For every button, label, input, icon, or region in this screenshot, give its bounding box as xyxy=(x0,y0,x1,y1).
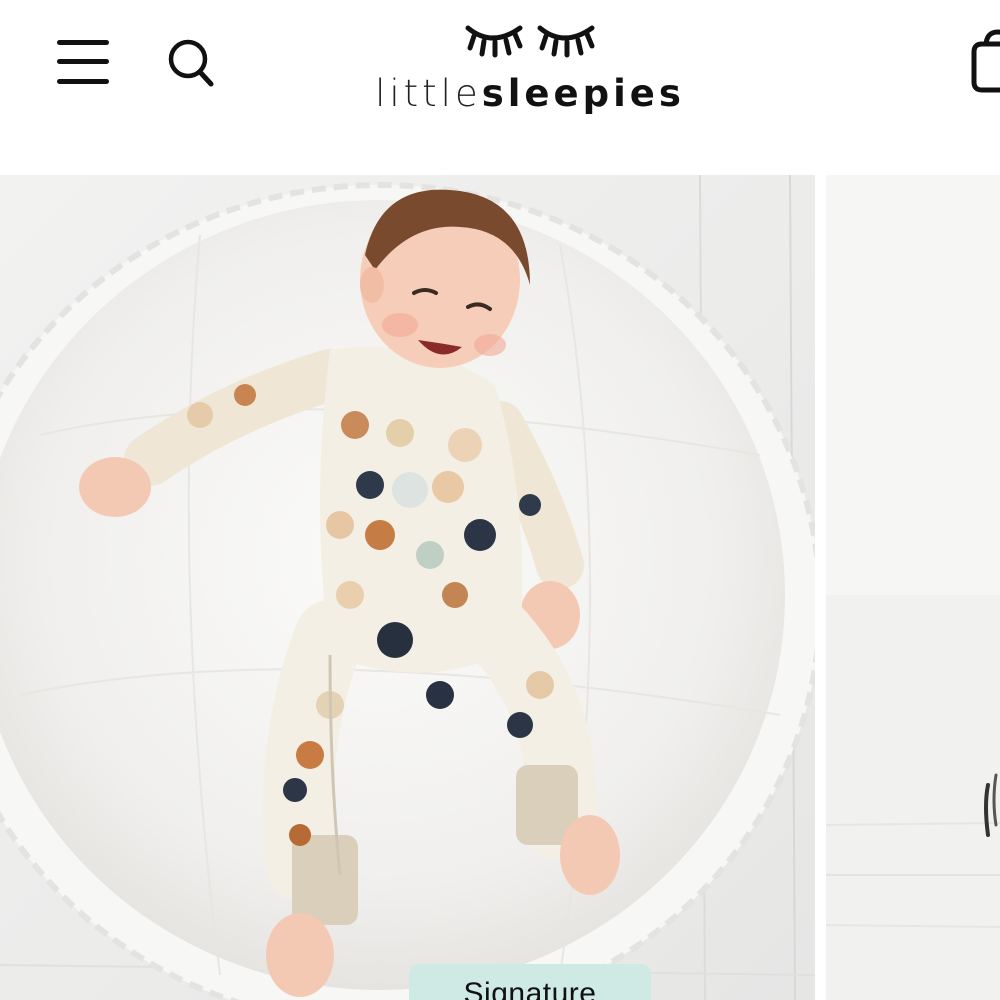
shopping-bag-icon xyxy=(971,29,1000,93)
product-badge: Signature xyxy=(409,964,651,1000)
search-icon xyxy=(168,39,214,87)
logo-wordmark: littlesleepies xyxy=(360,74,700,114)
logo-text-bold: sleepies xyxy=(481,72,685,115)
carousel-slide-next[interactable] xyxy=(826,175,1000,1000)
logo-text-thin: little xyxy=(375,72,482,115)
brand-logo[interactable]: littlesleepies xyxy=(360,14,700,114)
search-button[interactable] xyxy=(166,36,218,90)
hamburger-menu-icon-line xyxy=(57,59,109,64)
sleepy-eyes-logo-icon xyxy=(465,25,595,58)
hamburger-menu-icon xyxy=(57,40,109,45)
site-header: littlesleepies xyxy=(0,0,1000,172)
hamburger-menu-icon-line xyxy=(57,79,109,84)
baby-in-moon-print-zippy-image xyxy=(0,175,815,1000)
page: littlesleepies Signature xyxy=(0,0,1000,1000)
menu-button[interactable] xyxy=(52,36,114,90)
next-slide-image xyxy=(826,175,1000,1000)
product-carousel[interactable]: Signature xyxy=(0,175,1000,1000)
carousel-slide[interactable]: Signature xyxy=(0,175,815,1000)
cart-button[interactable] xyxy=(962,24,1000,98)
